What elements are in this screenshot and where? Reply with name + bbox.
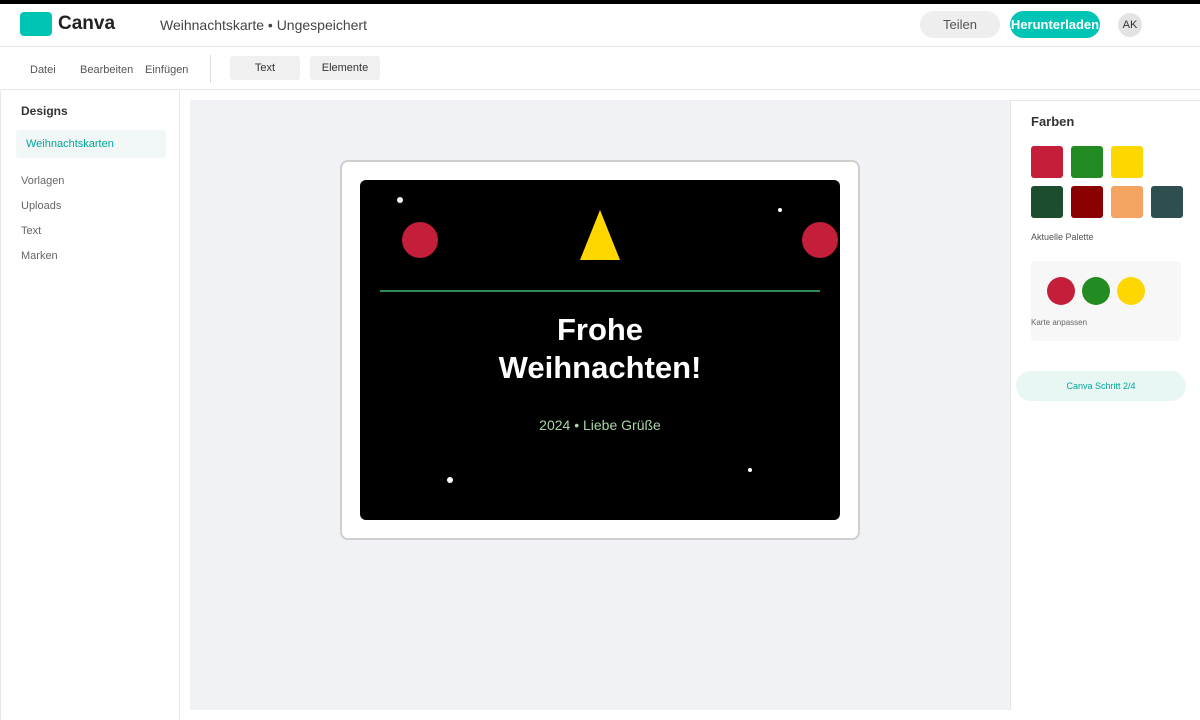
sidebar-item-vorlagen[interactable]: Vorlagen <box>21 175 64 187</box>
download-button[interactable]: Herunterladen <box>1010 11 1100 38</box>
color-swatch[interactable] <box>1151 186 1183 218</box>
sidebar-item-marken[interactable]: Marken <box>21 250 58 262</box>
menu-edit[interactable]: Bearbeiten <box>80 64 133 76</box>
palette-color-dot[interactable] <box>1082 277 1110 305</box>
toolbar-divider <box>210 55 211 83</box>
snow-dot <box>748 468 752 472</box>
sidebar-item-uploads[interactable]: Uploads <box>21 200 61 212</box>
header-bar: Canva Weihnachtskarte • Ungespeichert Te… <box>0 4 1200 47</box>
sidebar-title: Designs <box>21 104 68 118</box>
toolbar: Datei Bearbeiten Einfügen Text Elemente <box>0 48 1200 90</box>
app-logo-text[interactable]: Canva <box>58 13 115 35</box>
document-title[interactable]: Weihnachtskarte • Ungespeichert <box>160 17 367 33</box>
palette-color-dot[interactable] <box>1117 277 1145 305</box>
current-palette: Karte anpassen <box>1031 261 1181 341</box>
color-swatch[interactable] <box>1111 186 1143 218</box>
snow-dot <box>447 477 453 483</box>
card-subline[interactable]: 2024 • Liebe Grüße <box>539 417 661 433</box>
color-swatch[interactable] <box>1031 146 1063 178</box>
sidebar-item-text[interactable]: Text <box>21 225 41 237</box>
palette-label: Aktuelle Palette <box>1031 232 1094 242</box>
elements-tool-button[interactable]: Elemente <box>310 56 380 80</box>
text-tool-button[interactable]: Text <box>230 56 300 80</box>
menu-insert[interactable]: Einfügen <box>145 64 188 76</box>
canva-logo-icon[interactable] <box>20 12 52 36</box>
color-swatch[interactable] <box>1071 146 1103 178</box>
left-sidebar: Designs Weihnachtskarten Vorlagen Upload… <box>0 91 180 720</box>
user-avatar[interactable]: AK <box>1118 13 1142 37</box>
color-swatch[interactable] <box>1071 186 1103 218</box>
color-swatch[interactable] <box>1031 186 1063 218</box>
snow-dot <box>778 208 782 212</box>
step-indicator[interactable]: Canva Schritt 2/4 <box>1016 371 1186 401</box>
palette-caption: Karte anpassen <box>1031 318 1088 327</box>
menu-file[interactable]: Datei <box>30 64 56 76</box>
snow-dot <box>397 197 403 203</box>
panel-title: Farben <box>1031 114 1075 129</box>
share-button[interactable]: Teilen <box>920 11 1000 38</box>
christmas-card[interactable]: Frohe Weihnachten! 2024 • Liebe Grüße <box>360 180 840 520</box>
ornament-left[interactable] <box>402 222 438 258</box>
sidebar-item-weihnachtskarten[interactable]: Weihnachtskarten <box>16 130 166 158</box>
card-headline-line2[interactable]: Weihnachten! <box>499 350 702 385</box>
ornament-right[interactable] <box>802 222 838 258</box>
color-swatch[interactable] <box>1111 146 1143 178</box>
colors-panel: Farben Aktuelle Palette Karte anpassen C… <box>1010 100 1200 710</box>
card-headline-line1[interactable]: Frohe <box>557 312 643 347</box>
palette-color-dot[interactable] <box>1047 277 1075 305</box>
